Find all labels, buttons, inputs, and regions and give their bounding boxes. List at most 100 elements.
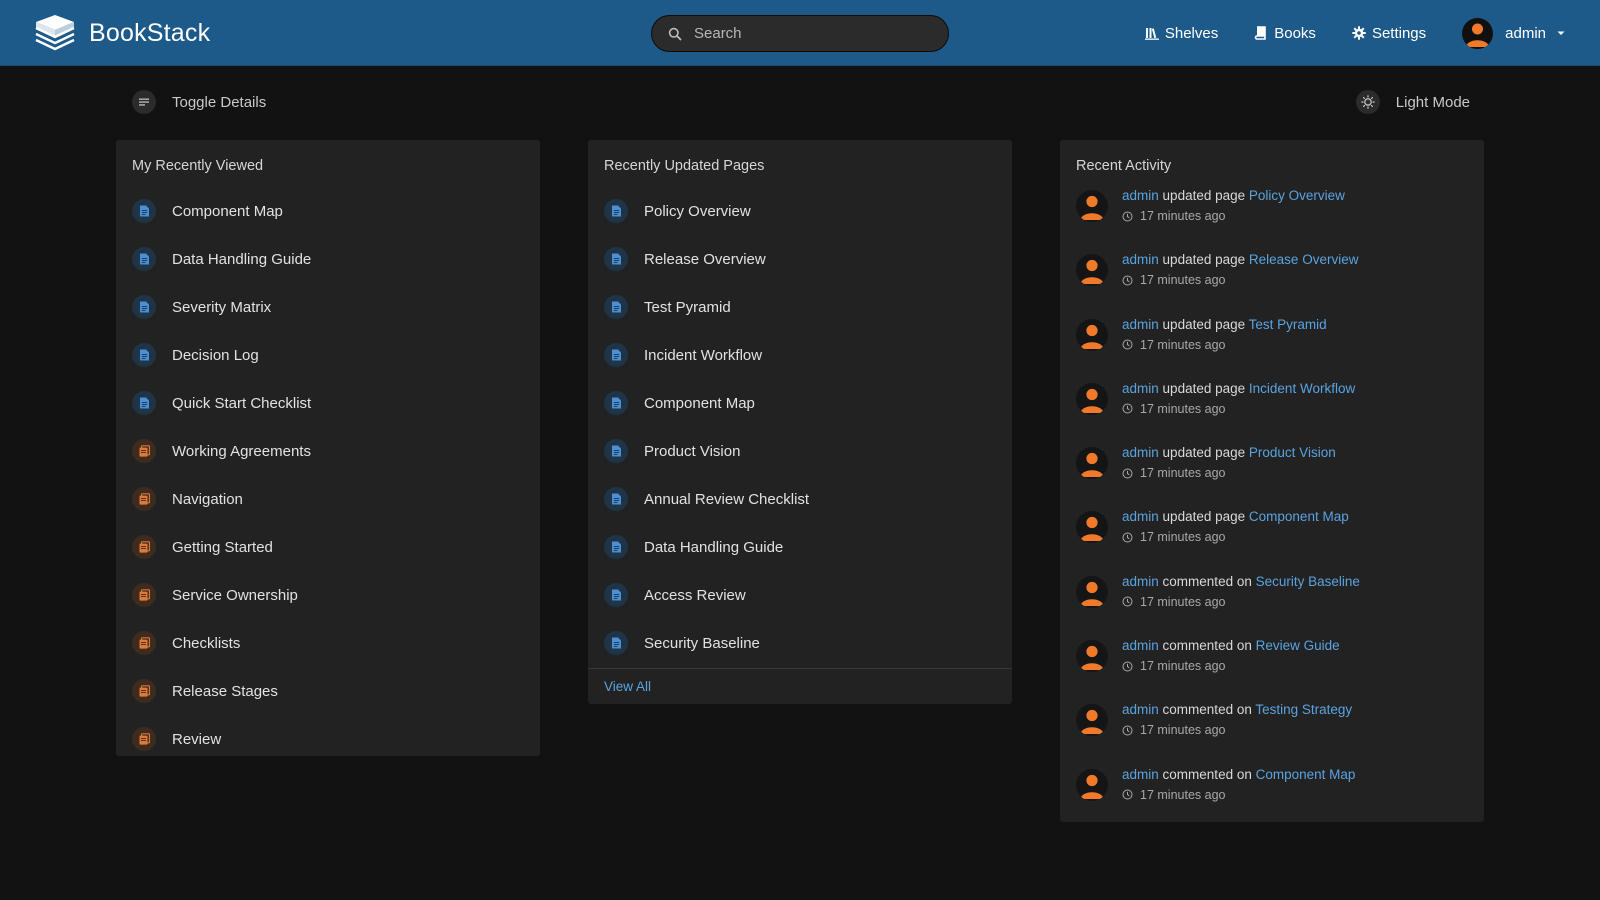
- activity-target-link[interactable]: Component Map: [1256, 767, 1356, 782]
- list-item[interactable]: Incident Workflow: [604, 331, 996, 379]
- list-item[interactable]: Security Baseline: [604, 619, 996, 667]
- activity-avatar[interactable]: [1076, 254, 1108, 287]
- activity-body: admin updated page Release Overview 17 mi…: [1122, 250, 1358, 290]
- page-icon: [611, 205, 621, 217]
- list-item-label: Access Review: [644, 586, 746, 604]
- activity-target-link[interactable]: Release Overview: [1249, 252, 1359, 267]
- activity-user-link[interactable]: admin: [1122, 702, 1159, 717]
- user-name: admin: [1505, 24, 1546, 42]
- activity-time-label: 17 minutes ago: [1140, 401, 1226, 416]
- list-item[interactable]: Severity Matrix: [132, 283, 524, 331]
- list-item[interactable]: Checklists: [132, 619, 524, 667]
- toggle-details-button[interactable]: Toggle Details: [132, 90, 266, 114]
- list-item[interactable]: Decision Log: [132, 331, 524, 379]
- list-item[interactable]: Policy Overview: [604, 187, 996, 235]
- list-item[interactable]: Review: [132, 715, 524, 763]
- activity-avatar[interactable]: [1076, 640, 1108, 673]
- activity-avatar[interactable]: [1076, 382, 1108, 415]
- user-avatar: [1462, 17, 1494, 49]
- activity-verb: updated page: [1162, 380, 1246, 396]
- page-icon: [611, 541, 621, 553]
- list-item[interactable]: Test Pyramid: [604, 283, 996, 331]
- activity-user-link[interactable]: admin: [1122, 767, 1159, 782]
- user-menu-toggle[interactable]: admin: [1462, 17, 1566, 49]
- toggle-details-icon-wrap: [132, 90, 156, 114]
- activity-user-link[interactable]: admin: [1122, 445, 1159, 460]
- list-item[interactable]: Access Review: [604, 571, 996, 619]
- list-item[interactable]: Data Handling Guide: [132, 235, 524, 283]
- user-avatar-icon: [1080, 324, 1104, 349]
- activity-user-link[interactable]: admin: [1122, 252, 1159, 267]
- activity-avatar[interactable]: [1076, 768, 1108, 801]
- activity-verb: updated page: [1162, 188, 1246, 203]
- activity-time-label: 17 minutes ago: [1140, 466, 1226, 481]
- view-all-link[interactable]: View All: [588, 668, 1012, 704]
- recently-viewed-list: Component Map Data Handling Guide Severity…: [132, 187, 524, 763]
- user-avatar-icon: [1080, 260, 1104, 285]
- page-icon: [611, 301, 621, 313]
- activity-target-link[interactable]: Incident Workflow: [1249, 381, 1355, 396]
- brand-logo-link[interactable]: BookStack: [33, 13, 210, 53]
- activity-avatar[interactable]: [1076, 704, 1108, 737]
- activity-target-link[interactable]: Testing Strategy: [1255, 702, 1352, 717]
- search-box[interactable]: [651, 15, 949, 52]
- activity-body: admin updated page Incident Workflow 17 m…: [1122, 379, 1355, 419]
- activity-verb: updated page: [1162, 445, 1246, 461]
- activity-item: admin commented on Component Map 17 minut…: [1076, 765, 1468, 829]
- list-item[interactable]: Release Stages: [132, 667, 524, 715]
- list-item[interactable]: Quick Start Checklist: [132, 379, 524, 427]
- activity-verb: commented on: [1162, 766, 1252, 782]
- user-avatar-icon: [1466, 23, 1490, 47]
- chapter-icon-badge: [132, 487, 156, 511]
- activity-avatar[interactable]: [1076, 575, 1108, 608]
- activity-target-link[interactable]: Product Vision: [1249, 445, 1336, 460]
- list-item[interactable]: Working Agreements: [132, 427, 524, 475]
- nav-shelves-link[interactable]: Shelves: [1144, 25, 1218, 42]
- clock-icon: [1122, 211, 1133, 221]
- search-input[interactable]: [692, 24, 932, 43]
- list-item[interactable]: Annual Review Checklist: [604, 475, 996, 523]
- bookstack-logo-icon: [35, 15, 75, 51]
- list-item[interactable]: Release Overview: [604, 235, 996, 283]
- page-icon: [139, 301, 149, 313]
- activity-target-link[interactable]: Component Map: [1249, 509, 1349, 524]
- activity-item: admin updated page Policy Overview 17 min…: [1076, 186, 1468, 250]
- activity-user-link[interactable]: admin: [1122, 317, 1159, 332]
- activity-time: 17 minutes ago: [1122, 270, 1358, 290]
- list-item[interactable]: Data Handling Guide: [604, 523, 996, 571]
- activity-target-link[interactable]: Security Baseline: [1256, 574, 1360, 589]
- list-item-label: Security Baseline: [644, 634, 760, 652]
- activity-avatar[interactable]: [1076, 318, 1108, 351]
- activity-user-link[interactable]: admin: [1122, 381, 1159, 396]
- activity-user-link[interactable]: admin: [1122, 638, 1159, 653]
- activity-target-link[interactable]: Test Pyramid: [1249, 317, 1327, 332]
- activity-user-link[interactable]: admin: [1122, 188, 1159, 203]
- list-item[interactable]: Component Map: [132, 187, 524, 235]
- nav-books-link[interactable]: Books: [1254, 25, 1316, 42]
- list-item[interactable]: Service Ownership: [132, 571, 524, 619]
- page-icon-badge: [604, 343, 628, 367]
- list-item[interactable]: Component Map: [604, 379, 996, 427]
- activity-verb: updated page: [1162, 252, 1246, 268]
- activity-target-link[interactable]: Policy Overview: [1249, 188, 1345, 203]
- page-icon: [139, 349, 149, 361]
- activity-time: 17 minutes ago: [1122, 399, 1355, 419]
- light-mode-button[interactable]: Light Mode: [1355, 90, 1470, 114]
- recent-activity-list: admin updated page Policy Overview 17 min…: [1076, 186, 1468, 829]
- activity-target-link[interactable]: Review Guide: [1256, 638, 1340, 653]
- page-icon-badge: [604, 199, 628, 223]
- activity-user-link[interactable]: admin: [1122, 574, 1159, 589]
- clock-icon: [1122, 468, 1133, 479]
- activity-avatar[interactable]: [1076, 190, 1108, 222]
- nav-books-label: Books: [1274, 24, 1316, 42]
- activity-verb: commented on: [1162, 702, 1252, 718]
- activity-body: admin commented on Security Baseline 17 m…: [1122, 572, 1360, 612]
- list-item[interactable]: Navigation: [132, 475, 524, 523]
- list-item[interactable]: Getting Started: [132, 523, 524, 571]
- nav-settings-link[interactable]: Settings: [1352, 25, 1426, 42]
- activity-user-link[interactable]: admin: [1122, 509, 1159, 524]
- list-item-label: Product Vision: [644, 442, 741, 460]
- activity-avatar[interactable]: [1076, 511, 1108, 544]
- activity-avatar[interactable]: [1076, 447, 1108, 480]
- list-item[interactable]: Product Vision: [604, 427, 996, 475]
